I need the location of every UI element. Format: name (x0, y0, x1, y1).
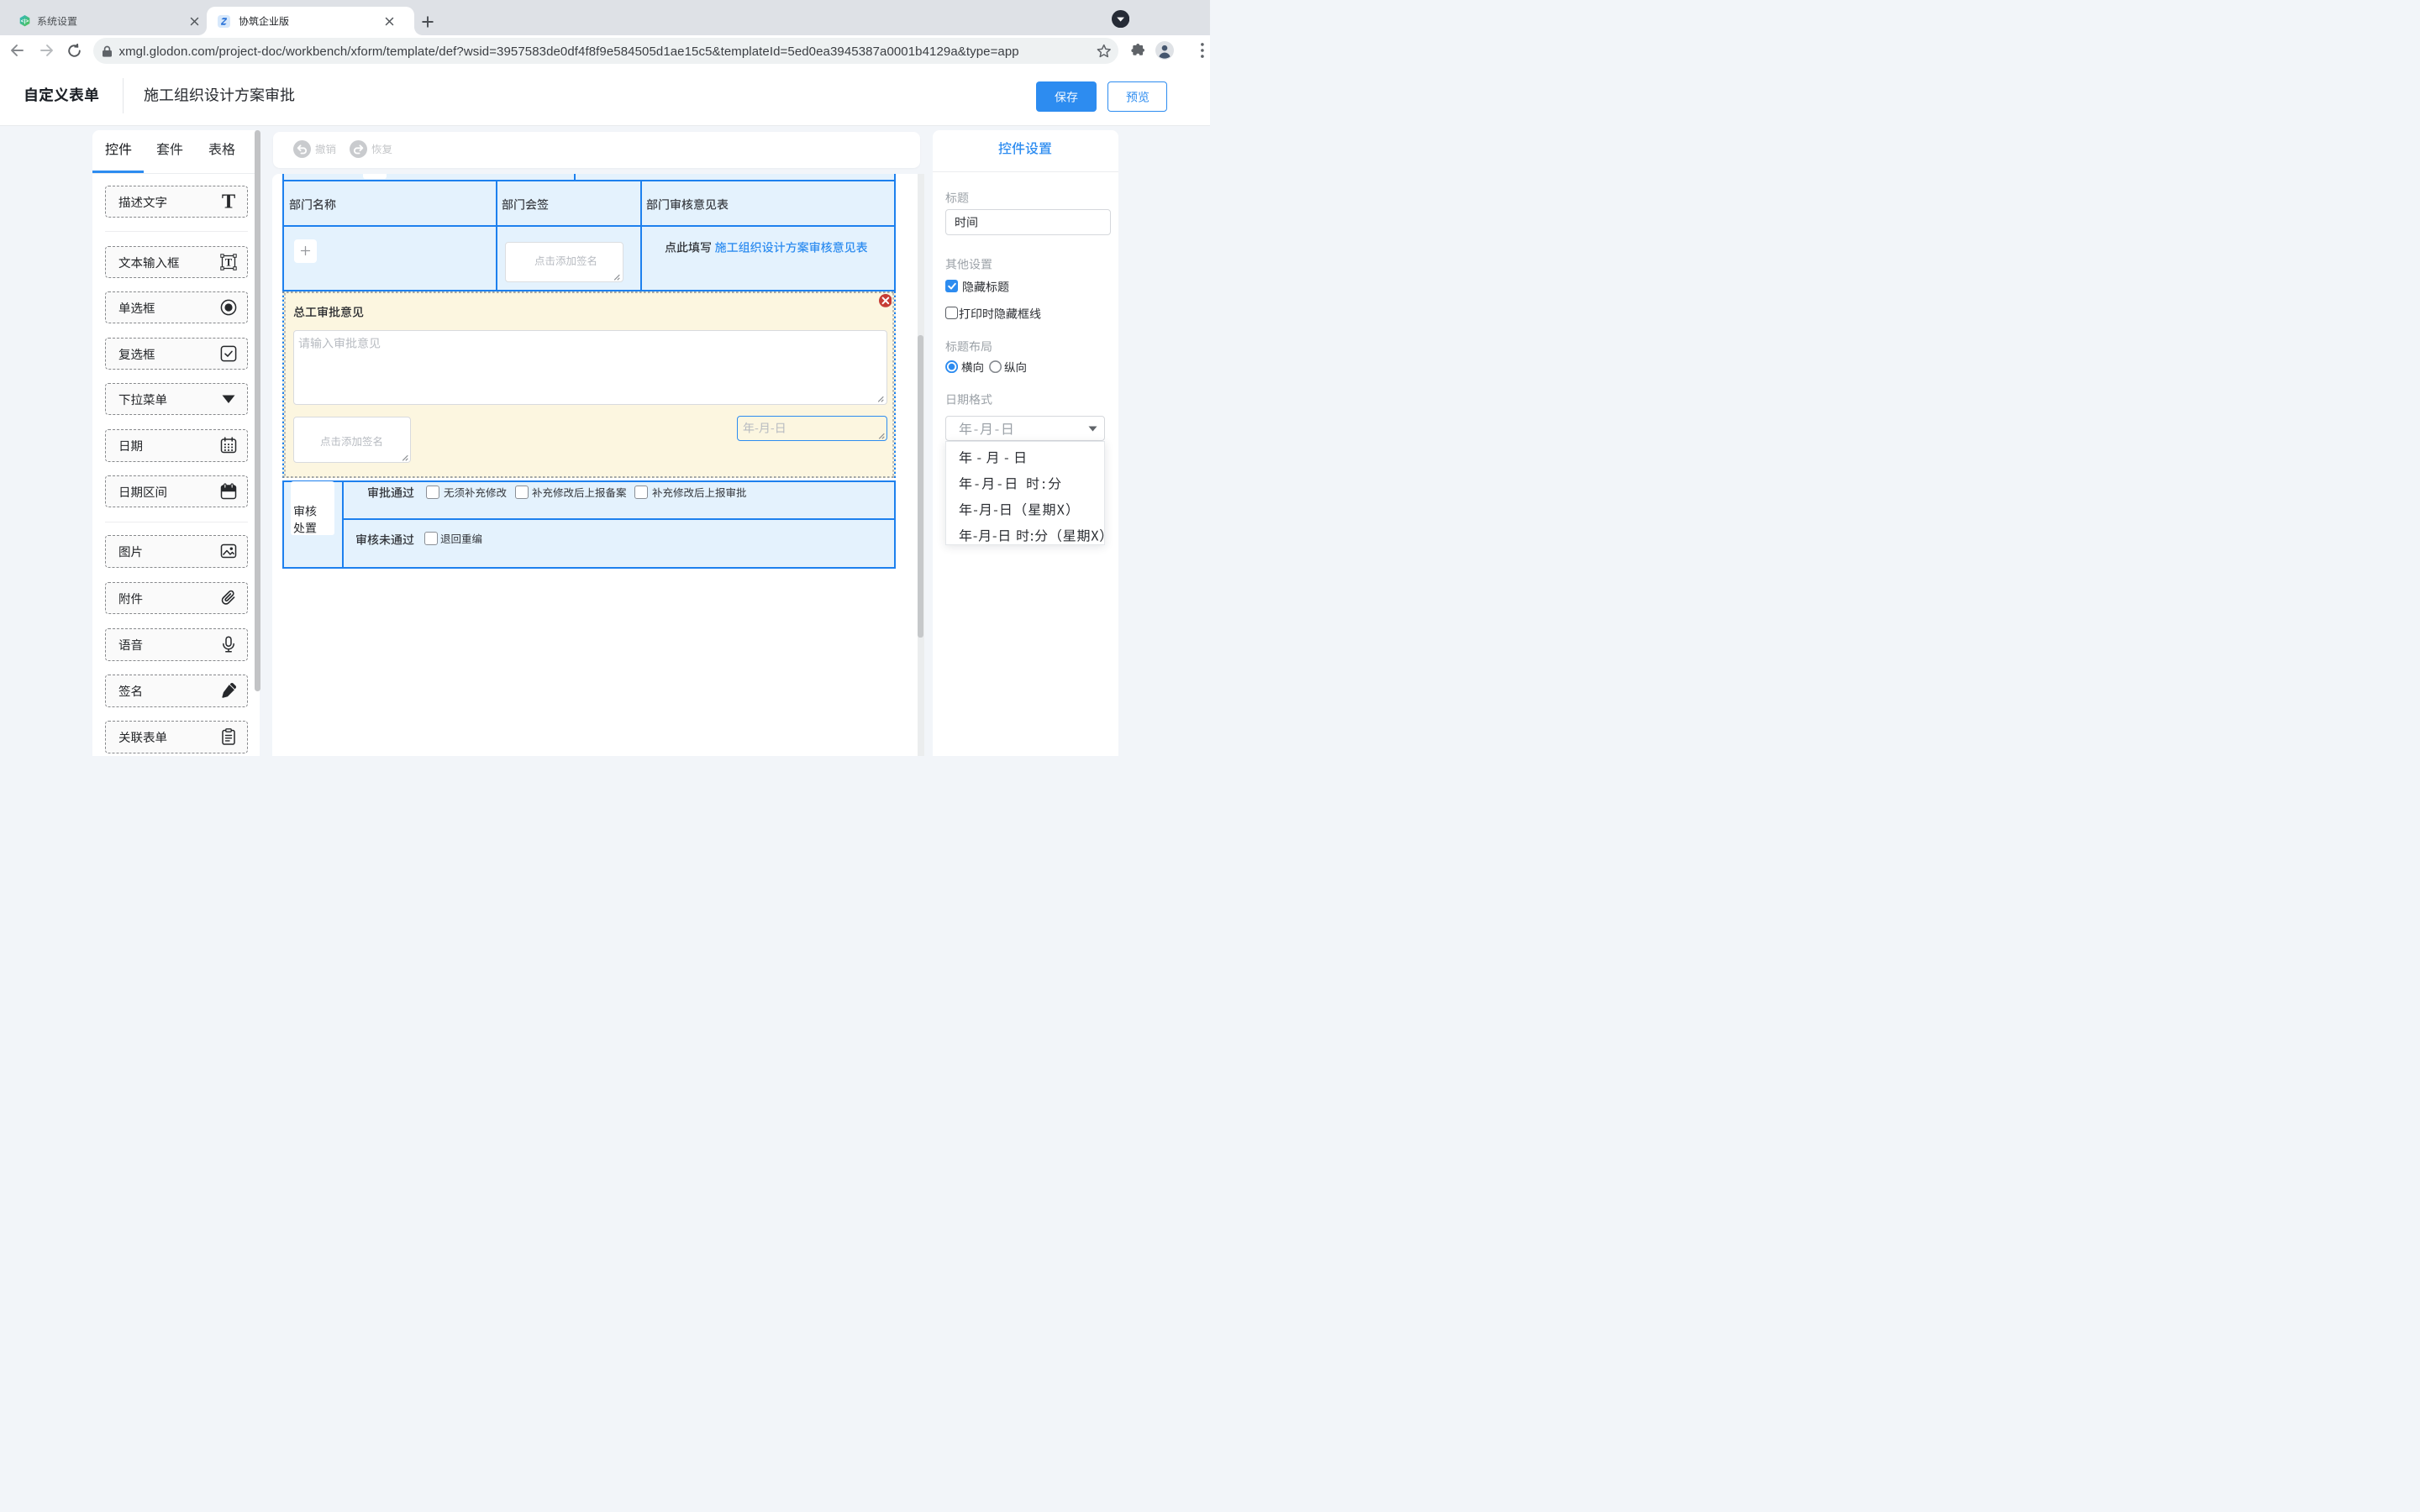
svg-text:T: T (224, 256, 232, 268)
svg-text:<|>: <|> (20, 18, 29, 24)
svg-text:T: T (221, 193, 234, 210)
